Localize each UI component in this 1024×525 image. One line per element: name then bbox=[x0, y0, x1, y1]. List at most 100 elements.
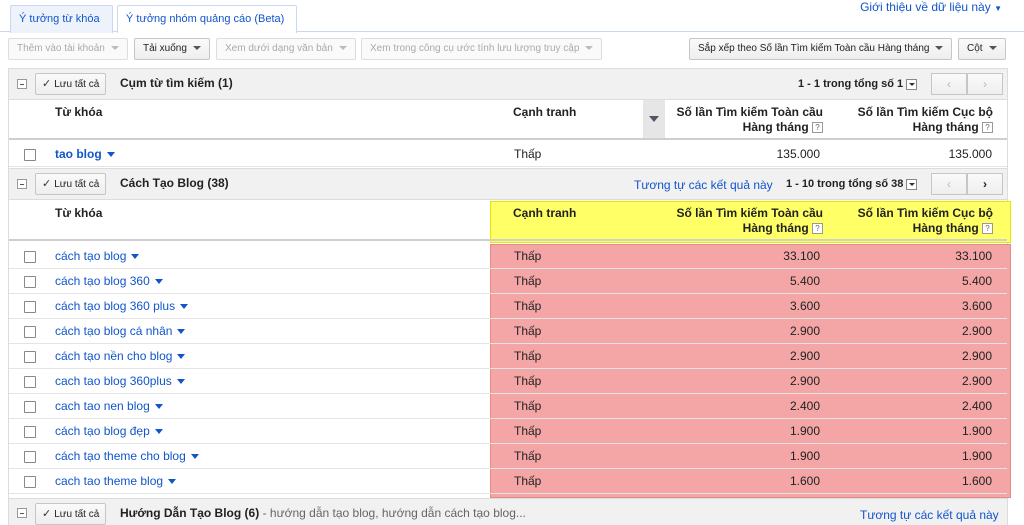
table-row: tao blog Thấp 135.000 135.000 bbox=[9, 142, 1007, 167]
global-searches-value: 2.900 bbox=[789, 374, 820, 388]
keyword-link[interactable]: cách tạo nền cho blog bbox=[55, 349, 186, 363]
chevron-down-icon[interactable] bbox=[906, 78, 918, 90]
expand-icon[interactable] bbox=[17, 508, 27, 518]
view-as-text-button[interactable]: Xem dưới dạng văn bản bbox=[216, 38, 356, 60]
global-searches-value: 1.900 bbox=[789, 449, 820, 463]
col-local-searches[interactable]: Số lần Tìm kiếm Cục bộ Hàng tháng ? bbox=[837, 206, 993, 236]
global-searches-value: 1.900 bbox=[789, 424, 820, 438]
button-label: Tải xuống bbox=[143, 43, 187, 54]
button-label: Lưu tất cả bbox=[54, 179, 100, 190]
chevron-down-icon bbox=[180, 304, 189, 310]
row-checkbox[interactable] bbox=[24, 426, 36, 438]
row-checkbox[interactable] bbox=[24, 276, 36, 288]
keyword-link[interactable]: cach tao nen blog bbox=[55, 399, 163, 413]
help-icon[interactable]: ? bbox=[982, 122, 993, 134]
chevron-down-icon bbox=[176, 379, 185, 385]
competition-value: Thấp bbox=[514, 399, 542, 413]
similar-results-link[interactable]: Tương tự các kết quả này bbox=[634, 178, 773, 192]
keyword-link[interactable]: cách tạo blog đẹp bbox=[55, 424, 163, 438]
local-searches-value: 1.600 bbox=[961, 474, 992, 488]
col-competition[interactable]: Cạnh tranh bbox=[513, 206, 576, 221]
tab-ad-group-ideas[interactable]: Ý tưởng nhóm quảng cáo (Beta) bbox=[117, 5, 297, 33]
row-checkbox[interactable] bbox=[24, 376, 36, 388]
keyword-link[interactable]: cach tao blog 360plus bbox=[55, 374, 185, 388]
columns-button[interactable]: Cột bbox=[958, 38, 1006, 60]
chevron-down-icon bbox=[154, 279, 163, 285]
global-searches-value: 2.900 bbox=[789, 349, 820, 363]
pager-range: 1 - 1 trong tổng số 1 bbox=[798, 78, 904, 90]
local-searches-value: 5.400 bbox=[961, 274, 992, 288]
collapse-icon[interactable] bbox=[17, 179, 27, 189]
keyword-link[interactable]: tao blog bbox=[55, 147, 115, 161]
global-searches-value: 2.900 bbox=[789, 324, 820, 338]
save-all-button[interactable]: ✓ Lưu tất cả bbox=[35, 173, 107, 195]
tab-label: Ý tưởng từ khóa bbox=[19, 13, 100, 25]
table-row: cách tạo blog cá nhân Thấp 2.900 2.900 bbox=[9, 319, 1007, 344]
col-global-label: Số lần Tìm kiếm Toàn cầu Hàng tháng bbox=[676, 206, 823, 235]
row-checkbox[interactable] bbox=[24, 451, 36, 463]
competition-value: Thấp bbox=[514, 424, 542, 438]
row-checkbox[interactable] bbox=[24, 326, 36, 338]
chevron-down-icon: ▼ bbox=[994, 4, 1002, 13]
button-label: Lưu tất cả bbox=[54, 509, 100, 520]
chevron-down-icon bbox=[988, 46, 997, 51]
keyword-link[interactable]: cách tạo blog 360 bbox=[55, 274, 163, 288]
row-checkbox[interactable] bbox=[24, 149, 36, 161]
local-searches-value: 135.000 bbox=[948, 147, 992, 161]
local-searches-value: 1.900 bbox=[961, 424, 992, 438]
col-local-searches[interactable]: Số lần Tìm kiếm Cục bộ Hàng tháng ? bbox=[837, 105, 993, 135]
chevron-down-icon bbox=[131, 254, 140, 260]
about-data-link[interactable]: Giới thiệu về dữ liệu này ▼ bbox=[860, 0, 1002, 14]
save-all-button[interactable]: ✓ Lưu tất cả bbox=[35, 73, 107, 95]
group-title: Cụm từ tìm kiếm (1) bbox=[120, 76, 233, 90]
col-keyword[interactable]: Từ khóa bbox=[55, 206, 102, 221]
competition-value: Thấp bbox=[514, 147, 542, 161]
competition-value: Thấp bbox=[514, 249, 542, 263]
row-checkbox[interactable] bbox=[24, 251, 36, 263]
keyword-text: cách tạo theme cho blog bbox=[55, 449, 186, 463]
table-row: cách tạo blog Thấp 33.100 33.100 bbox=[9, 244, 1007, 269]
row-checkbox[interactable] bbox=[24, 351, 36, 363]
row-checkbox[interactable] bbox=[24, 476, 36, 488]
table-row: cach tao blog 360plus Thấp 2.900 2.900 bbox=[9, 369, 1007, 394]
row-checkbox[interactable] bbox=[24, 401, 36, 413]
col-global-searches[interactable]: Số lần Tìm kiếm Toàn cầu Hàng tháng ? bbox=[671, 105, 823, 135]
table-row: cách tạo blog đẹp Thấp 1.900 1.900 bbox=[9, 419, 1007, 444]
keyword-link[interactable]: cách tạo blog 360 plus bbox=[55, 299, 189, 313]
local-searches-value: 2.900 bbox=[961, 349, 992, 363]
tab-keyword-ideas[interactable]: Ý tưởng từ khóa bbox=[10, 5, 113, 33]
check-icon: ✓ bbox=[42, 508, 52, 520]
button-label: Thêm vào tài khoản bbox=[17, 43, 105, 54]
save-all-button[interactable]: ✓ Lưu tất cả bbox=[35, 503, 107, 525]
col-global-searches[interactable]: Số lần Tìm kiếm Toàn cầu Hàng tháng ? bbox=[649, 206, 823, 236]
keyword-text: cách tạo blog 360 plus bbox=[55, 299, 176, 313]
row-checkbox[interactable] bbox=[24, 301, 36, 313]
prev-page-button[interactable]: ‹ bbox=[931, 73, 967, 95]
chevron-down-icon[interactable] bbox=[906, 178, 918, 190]
next-page-button[interactable]: › bbox=[967, 73, 1003, 95]
keyword-link[interactable]: cach tao theme blog bbox=[55, 474, 177, 488]
button-label: Cột bbox=[967, 43, 983, 54]
download-button[interactable]: Tải xuống bbox=[134, 38, 210, 60]
sort-desc-icon[interactable] bbox=[643, 100, 665, 138]
next-page-button[interactable]: › bbox=[967, 173, 1003, 195]
keyword-link[interactable]: cách tạo blog bbox=[55, 249, 140, 263]
add-to-account-button[interactable]: Thêm vào tài khoản bbox=[8, 38, 128, 60]
col-keyword[interactable]: Từ khóa bbox=[55, 105, 102, 120]
group-header: ✓ Lưu tất cả Hướng Dẫn Tạo Blog (6) - hướ… bbox=[9, 498, 1007, 525]
keyword-text: tao blog bbox=[55, 147, 102, 161]
help-icon[interactable]: ? bbox=[812, 122, 823, 134]
chevron-down-icon bbox=[168, 479, 177, 485]
help-icon[interactable]: ? bbox=[982, 223, 993, 235]
traffic-estimator-button[interactable]: Xem trong công cụ ước tính lưu lượng tru… bbox=[361, 38, 603, 60]
prev-page-button[interactable]: ‹ bbox=[931, 173, 967, 195]
similar-results-link[interactable]: Tương tự các kết quả này bbox=[860, 508, 999, 522]
chevron-down-icon bbox=[110, 46, 119, 51]
col-competition[interactable]: Cạnh tranh bbox=[513, 105, 576, 120]
help-icon[interactable]: ? bbox=[812, 223, 823, 235]
keyword-link[interactable]: cách tạo blog cá nhân bbox=[55, 324, 186, 338]
keyword-link[interactable]: cách tạo theme cho blog bbox=[55, 449, 199, 463]
group-title: Cách Tạo Blog (38) bbox=[120, 176, 229, 190]
sort-by-button[interactable]: Sắp xếp theo Số lần Tìm kiếm Toàn cầu Hà… bbox=[689, 38, 953, 60]
collapse-icon[interactable] bbox=[17, 79, 27, 89]
